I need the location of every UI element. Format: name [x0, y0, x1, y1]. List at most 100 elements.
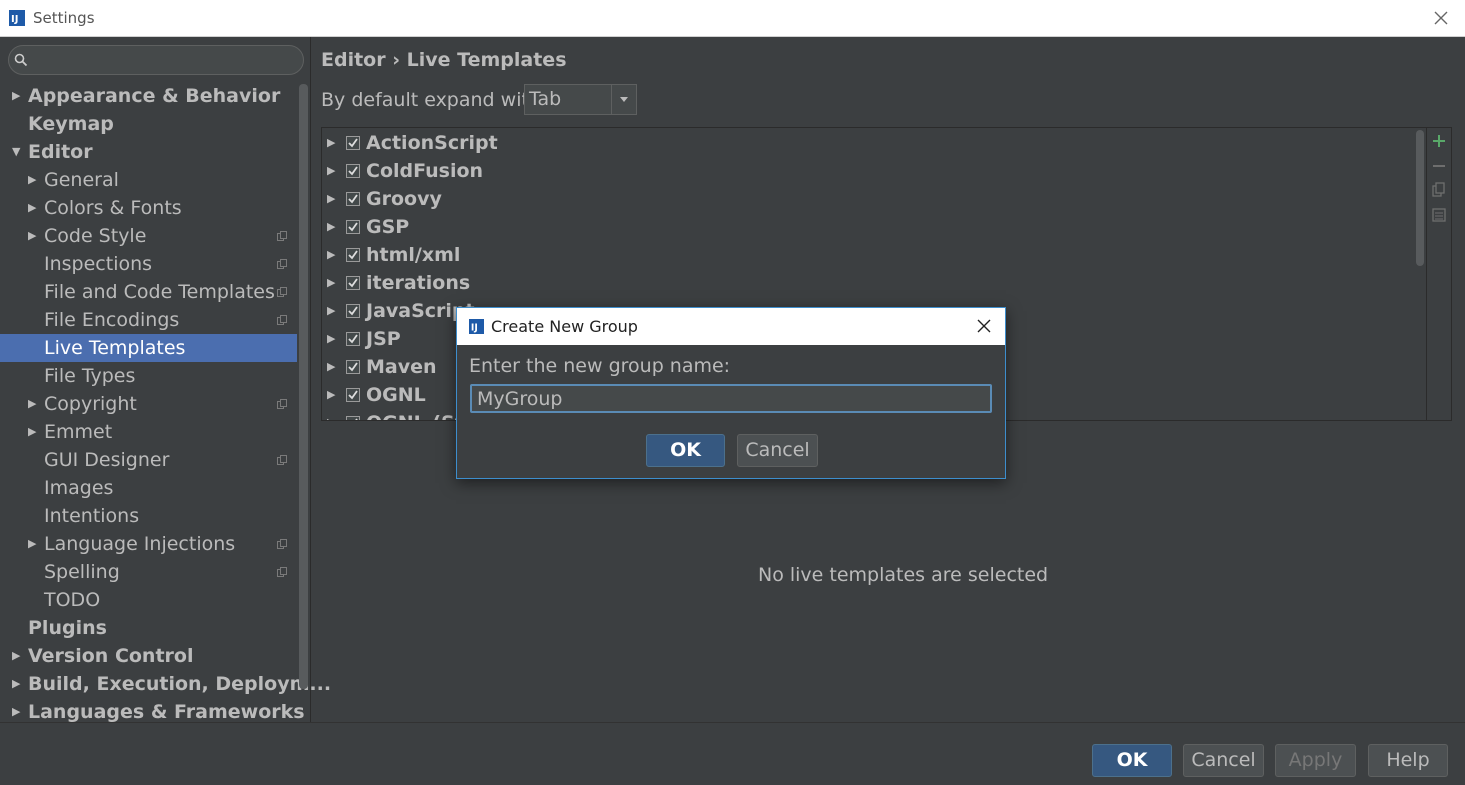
expand-with-select[interactable]: Tab	[524, 84, 637, 115]
chevron-right-icon[interactable]: ▶	[327, 297, 335, 325]
chevron-right-icon[interactable]: ▶	[327, 381, 335, 409]
checkbox-checked-icon[interactable]	[346, 220, 360, 234]
template-group-row[interactable]: ▶ Groovy	[322, 185, 1412, 213]
chevron-right-icon[interactable]: ▶	[327, 241, 335, 269]
sidebar-item-label: Intentions	[44, 505, 140, 527]
project-scope-icon	[277, 259, 287, 269]
chevron-right-icon[interactable]: ▶	[12, 82, 20, 110]
sidebar-item[interactable]: Live Templates	[0, 334, 297, 362]
sidebar-item[interactable]: ▼ Editor	[0, 138, 297, 166]
sidebar-item-label: Colors & Fonts	[44, 197, 182, 219]
chevron-right-icon[interactable]: ▶	[28, 530, 36, 558]
chevron-right-icon[interactable]: ▶	[327, 269, 335, 297]
checkbox-checked-icon[interactable]	[346, 192, 360, 206]
copy-icon[interactable]	[1431, 182, 1447, 198]
sidebar-item-label: TODO	[44, 589, 101, 611]
sidebar-item[interactable]: GUI Designer	[0, 446, 297, 474]
chevron-right-icon[interactable]: ▶	[327, 409, 335, 420]
template-group-label: ActionScript	[366, 132, 498, 154]
sidebar-item[interactable]: File Types	[0, 362, 297, 390]
chevron-right-icon[interactable]: ▶	[28, 390, 36, 418]
cancel-button[interactable]: Cancel	[1183, 744, 1264, 777]
dialog-ok-button[interactable]: OK	[646, 434, 725, 467]
sidebar-item[interactable]: Intentions	[0, 502, 297, 530]
sidebar-item[interactable]: Plugins	[0, 614, 297, 642]
chevron-right-icon[interactable]: ▶	[327, 213, 335, 241]
expand-with-label: By default expand with	[321, 89, 541, 111]
template-group-row[interactable]: ▶ ColdFusion	[322, 157, 1412, 185]
remove-icon[interactable]	[1431, 158, 1447, 174]
create-new-group-dialog: IJ Create New Group Enter the new group …	[456, 307, 1006, 479]
add-icon[interactable]	[1431, 133, 1447, 149]
group-name-input[interactable]	[470, 384, 992, 413]
restore-icon[interactable]	[1431, 207, 1447, 223]
sidebar-item-label: Code Style	[44, 225, 147, 247]
sidebar-item[interactable]: File Encodings	[0, 306, 297, 334]
sidebar-item[interactable]: File and Code Templates	[0, 278, 297, 306]
checkbox-checked-icon[interactable]	[346, 164, 360, 178]
sidebar-item[interactable]: ▶ Build, Execution, Deploym...	[0, 670, 331, 698]
chevron-right-icon[interactable]: ▶	[327, 353, 335, 381]
chevron-right-icon[interactable]: ▶	[327, 157, 335, 185]
sidebar-item[interactable]: ▶ Version Control	[0, 642, 297, 670]
chevron-right-icon[interactable]: ▶	[28, 166, 36, 194]
sidebar-item[interactable]: ▶ Colors & Fonts	[0, 194, 297, 222]
intellij-app-icon: IJ	[9, 10, 25, 26]
checkbox-checked-icon[interactable]	[346, 136, 360, 150]
settings-search-input[interactable]	[8, 45, 304, 75]
project-scope-icon	[277, 455, 287, 465]
sidebar-item[interactable]: ▶ General	[0, 166, 297, 194]
template-group-row[interactable]: ▶ GSP	[322, 213, 1412, 241]
help-button[interactable]: Help	[1368, 744, 1448, 777]
checkbox-checked-icon[interactable]	[346, 416, 360, 421]
ok-button[interactable]: OK	[1092, 744, 1172, 777]
template-group-row[interactable]: ▶ iterations	[322, 269, 1412, 297]
template-group-row[interactable]: ▶ html/xml	[322, 241, 1412, 269]
sidebar-item[interactable]: Inspections	[0, 250, 297, 278]
checkbox-checked-icon[interactable]	[346, 304, 360, 318]
sidebar-item[interactable]: Images	[0, 474, 297, 502]
template-list-scrollbar[interactable]	[1416, 130, 1424, 266]
project-scope-icon	[277, 231, 287, 241]
sidebar-item-label: GUI Designer	[44, 449, 170, 471]
sidebar-item[interactable]: ▶ Emmet	[0, 418, 297, 446]
template-group-row[interactable]: ▶ ActionScript	[322, 129, 1412, 157]
sidebar-item[interactable]: ▶ Language Injections	[0, 530, 297, 558]
chevron-right-icon[interactable]: ▶	[28, 222, 36, 250]
checkbox-checked-icon[interactable]	[346, 276, 360, 290]
sidebar-item-label: Emmet	[44, 421, 113, 443]
sidebar-item[interactable]: ▶ Copyright	[0, 390, 297, 418]
breadcrumb: Editor › Live Templates	[321, 49, 567, 71]
sidebar-item-label: Editor	[28, 141, 93, 163]
dialog-close-icon[interactable]	[976, 318, 992, 334]
chevron-right-icon[interactable]: ▶	[327, 325, 335, 353]
template-group-label: Groovy	[366, 188, 442, 210]
chevron-right-icon[interactable]: ▶	[12, 670, 20, 698]
window-close-icon[interactable]	[1432, 9, 1450, 27]
search-icon	[14, 53, 28, 67]
checkbox-checked-icon[interactable]	[346, 360, 360, 374]
template-group-label: html/xml	[366, 244, 461, 266]
template-toolbar	[1426, 127, 1452, 421]
chevron-right-icon[interactable]: ▶	[327, 185, 335, 213]
expand-with-value: Tab	[529, 88, 562, 110]
chevron-right-icon[interactable]: ▶	[28, 194, 36, 222]
sidebar-item[interactable]: TODO	[0, 586, 297, 614]
sidebar-item[interactable]: Keymap	[0, 110, 297, 138]
sidebar-scrollbar[interactable]	[299, 84, 308, 689]
sidebar-item[interactable]: Spelling	[0, 558, 297, 586]
chevron-right-icon[interactable]: ▶	[327, 129, 335, 157]
sidebar-item[interactable]: ▶ Code Style	[0, 222, 297, 250]
checkbox-checked-icon[interactable]	[346, 248, 360, 262]
checkbox-checked-icon[interactable]	[346, 388, 360, 402]
checkbox-checked-icon[interactable]	[346, 332, 360, 346]
chevron-down-icon[interactable]: ▼	[12, 138, 20, 166]
apply-button[interactable]: Apply	[1275, 744, 1356, 777]
dropdown-button[interactable]	[611, 85, 636, 114]
sidebar-item[interactable]: ▶ Appearance & Behavior	[0, 82, 297, 110]
svg-text:IJ: IJ	[11, 14, 18, 25]
chevron-right-icon[interactable]: ▶	[28, 418, 36, 446]
template-group-label: ColdFusion	[366, 160, 484, 182]
chevron-right-icon[interactable]: ▶	[12, 642, 20, 670]
dialog-cancel-button[interactable]: Cancel	[737, 434, 818, 467]
